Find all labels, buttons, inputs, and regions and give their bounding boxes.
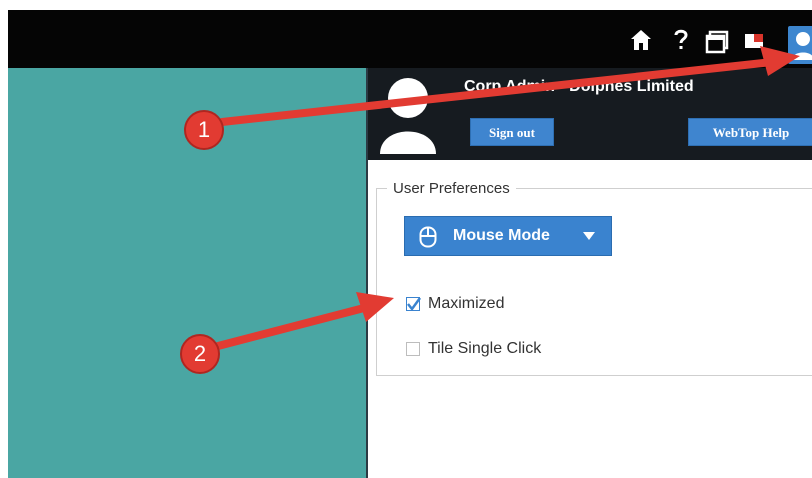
maximized-label: Maximized xyxy=(428,295,505,312)
maximized-checkbox[interactable] xyxy=(406,297,422,312)
mouse-icon xyxy=(419,226,437,248)
webtop-help-button[interactable]: WebTop Help xyxy=(688,118,812,146)
sign-out-button[interactable]: Sign out xyxy=(470,118,554,146)
flag-icon[interactable] xyxy=(742,24,768,56)
avatar xyxy=(378,76,438,154)
annotation-badge-1: 1 xyxy=(184,110,224,150)
user-profile-button[interactable] xyxy=(788,26,812,64)
windows-icon[interactable] xyxy=(704,24,730,56)
webtop-window: Corp Admin - Dolphes Limited Sign out We… xyxy=(8,10,812,478)
checkmark-icon xyxy=(407,297,422,312)
tile-single-click-label: Tile Single Click xyxy=(428,340,542,357)
tile-single-click-checkbox[interactable] xyxy=(406,342,420,356)
mouse-mode-label: Mouse Mode xyxy=(453,227,550,244)
user-panel: Corp Admin - Dolphes Limited Sign out We… xyxy=(366,68,812,478)
top-toolbar xyxy=(8,10,812,68)
annotation-badge-2: 2 xyxy=(180,334,220,374)
home-icon[interactable] xyxy=(628,24,654,56)
user-panel-header: Corp Admin - Dolphes Limited Sign out We… xyxy=(368,68,812,160)
help-icon[interactable] xyxy=(668,24,694,56)
mouse-mode-dropdown[interactable]: Mouse Mode xyxy=(404,216,612,256)
user-icon xyxy=(792,32,812,60)
user-preferences-legend: User Preferences xyxy=(393,180,510,197)
chevron-down-icon xyxy=(583,232,595,240)
user-name: Corp Admin - Dolphes Limited xyxy=(464,78,694,95)
